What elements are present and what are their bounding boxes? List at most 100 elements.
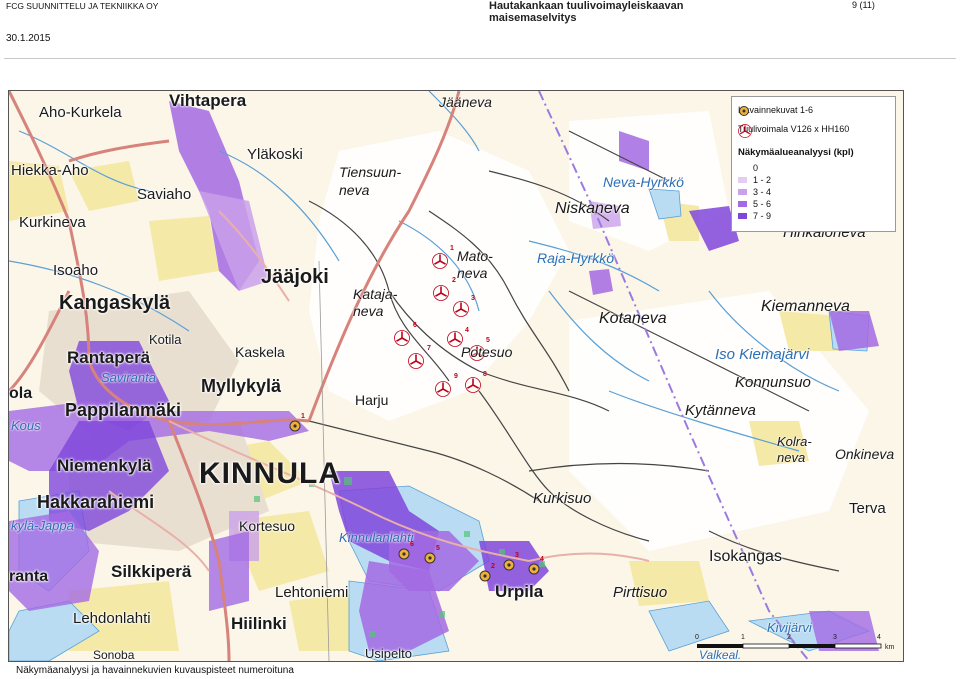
- scale-tick: 3: [833, 634, 837, 641]
- title-line-2: maisemaselvitys: [489, 12, 577, 24]
- place-kurkineva: Kurkineva: [19, 214, 86, 231]
- wind-turbine-icon: [432, 253, 448, 269]
- place-ylakoski: Yläkoski: [247, 146, 303, 163]
- place-silkkipera: Silkkiperä: [111, 562, 192, 581]
- wind-turbine-icon: [738, 124, 752, 138]
- place-rantapera: Rantaperä: [67, 348, 151, 367]
- place-katajaneva-2: neva: [353, 303, 384, 319]
- place-kotaneva: Kotaneva: [599, 310, 667, 327]
- place-kortesuo: Kortesuo: [239, 518, 296, 534]
- place-urpila: Urpila: [495, 582, 544, 601]
- scale-tick: 1: [741, 634, 745, 641]
- place-lehtoniemi: Lehtoniemi: [275, 584, 349, 601]
- document-date: 30.1.2015: [6, 33, 51, 44]
- place-niemenkyla: Niemenkylä: [57, 456, 152, 475]
- place-lehdonlahti: Lehdonlahti: [73, 610, 151, 627]
- legend-photos: Havainnekuvat 1-6: [738, 105, 813, 116]
- place-valkealahti: Valkeal.: [699, 648, 742, 662]
- place-hiekka-aho: Hiekka-Aho: [11, 162, 89, 179]
- photo-point-icon: [739, 106, 749, 116]
- map-legend: Havainnekuvat 1-6 Tuulivoimala V126 x HH…: [731, 96, 896, 232]
- place-tiensuunneva-2: neva: [339, 182, 370, 198]
- place-kotila: Kotila: [149, 332, 182, 347]
- legend-swatch: [738, 213, 747, 219]
- place-saviranta: Saviranta: [101, 370, 156, 385]
- page-number: 9 (11): [852, 0, 875, 10]
- place-ola: ola: [9, 385, 33, 402]
- place-vihtapera: Vihtapera: [169, 91, 247, 110]
- wind-turbine-icon: [453, 301, 469, 317]
- legend-class-2: 3 - 4: [738, 187, 771, 197]
- place-neva-hyrkko: Neva-Hyrkkö: [603, 174, 684, 190]
- turbine-number: 1: [450, 245, 454, 252]
- document-title: Hautakankaan tuulivoimayleiskaavan maise…: [489, 0, 683, 24]
- place-jaaneva: Jääneva: [439, 94, 492, 110]
- place-isokangas: Isokangas: [709, 548, 782, 565]
- place-potesuo: Potesuo: [461, 344, 513, 360]
- photo-point-number: 2: [491, 563, 495, 570]
- legend-class-label: 7 - 9: [753, 211, 772, 221]
- legend-swatch: [738, 201, 747, 207]
- legend-swatch: [738, 177, 747, 183]
- place-tiensuun: Tiensuun-: [339, 164, 402, 180]
- place-usipelto: Usipelto: [365, 646, 412, 661]
- place-raja-hyrkko: Raja-Hyrkkö: [537, 250, 615, 266]
- place-kangaskyla: Kangaskylä: [59, 292, 171, 314]
- turbine-number: 5: [486, 337, 490, 344]
- place-kaskela: Kaskela: [235, 344, 285, 360]
- wind-turbine-icon: [408, 353, 424, 369]
- place-pirttisuo: Pirttisuo: [613, 584, 668, 601]
- wind-turbine-icon: [435, 381, 451, 397]
- place-konnunsuo: Konnunsuo: [735, 374, 811, 391]
- photo-point-number: 3: [515, 552, 519, 559]
- turbine-number: 3: [471, 295, 475, 302]
- wind-turbine-icon: [394, 330, 410, 346]
- title-line-1: Hautakankaan tuulivoimayleiskaavan: [489, 0, 684, 12]
- legend-class-label: 1 - 2: [753, 175, 772, 185]
- place-pappilanmaki: Pappilanmäki: [65, 400, 182, 420]
- scale-tick: 4: [877, 634, 881, 641]
- legend-swatch: [738, 189, 747, 195]
- place-kinnulanlahti: Kinnulanlahti: [339, 530, 414, 545]
- place-matoneva: Mato-: [457, 248, 493, 264]
- place-kiemanneva: Kiemanneva: [761, 298, 850, 315]
- turbine-number: 4: [465, 327, 469, 334]
- place-kurkisuo: Kurkisuo: [533, 490, 592, 507]
- place-aho-kurkela: Aho-Kurkela: [39, 104, 122, 121]
- place-katajaneva: Kataja-: [353, 286, 398, 302]
- turbine-number: 6: [413, 322, 417, 329]
- place-matoneva-2: neva: [457, 265, 488, 281]
- place-iso-kiemajarvi: Iso Kiemajärvi: [715, 346, 810, 363]
- place-kolraneva-2: neva: [777, 450, 806, 465]
- legend-turbines: Tuulivoimala V126 x HH160: [738, 124, 850, 138]
- company-name: FCG SUUNNITTELU JA TEKNIIKKA OY: [6, 1, 159, 11]
- place-jaajoki: Jääjoki: [261, 266, 329, 288]
- place-niskaneva: Niskaneva: [555, 200, 630, 217]
- scale-unit: km: [885, 644, 895, 651]
- place-kolraneva: Kolra-: [777, 434, 812, 449]
- turbine-number: 2: [452, 277, 456, 284]
- legend-analysis-title: Näkymäalueanalyysi (kpl): [738, 147, 854, 158]
- header-divider: [4, 58, 956, 59]
- place-isoaho: Isoaho: [53, 262, 99, 279]
- place-saviaho: Saviaho: [137, 186, 192, 203]
- turbine-number: 7: [427, 345, 431, 352]
- wind-turbine-icon: [433, 285, 449, 301]
- place-kytanneva: Kytänneva: [685, 402, 756, 419]
- turbine-number: 9: [454, 373, 458, 380]
- legend-class-3: 5 - 6: [738, 199, 771, 209]
- scale-tick: 2: [787, 634, 791, 641]
- place-kyla-jappa: kylä-Jappa: [11, 518, 74, 533]
- legend-turbines-label: Tuulivoimala V126 x HH160: [738, 124, 850, 134]
- place-onkineva: Onkineva: [835, 446, 895, 462]
- scale-tick: 0: [695, 634, 699, 641]
- place-harju: Harju: [355, 392, 389, 408]
- visibility-map: Vihtapera Aho-Kurkela Jääneva Yläkoski H…: [8, 90, 904, 662]
- legend-class-label: 3 - 4: [753, 187, 772, 197]
- legend-class-label: 0: [753, 163, 759, 173]
- place-hakkarahiemi: Hakkarahiemi: [37, 492, 155, 512]
- photo-point-number: 6: [410, 541, 414, 548]
- legend-class-label: 5 - 6: [753, 199, 772, 209]
- legend-class-0: 0: [738, 163, 758, 173]
- place-kinnula: KINNULA: [199, 457, 341, 490]
